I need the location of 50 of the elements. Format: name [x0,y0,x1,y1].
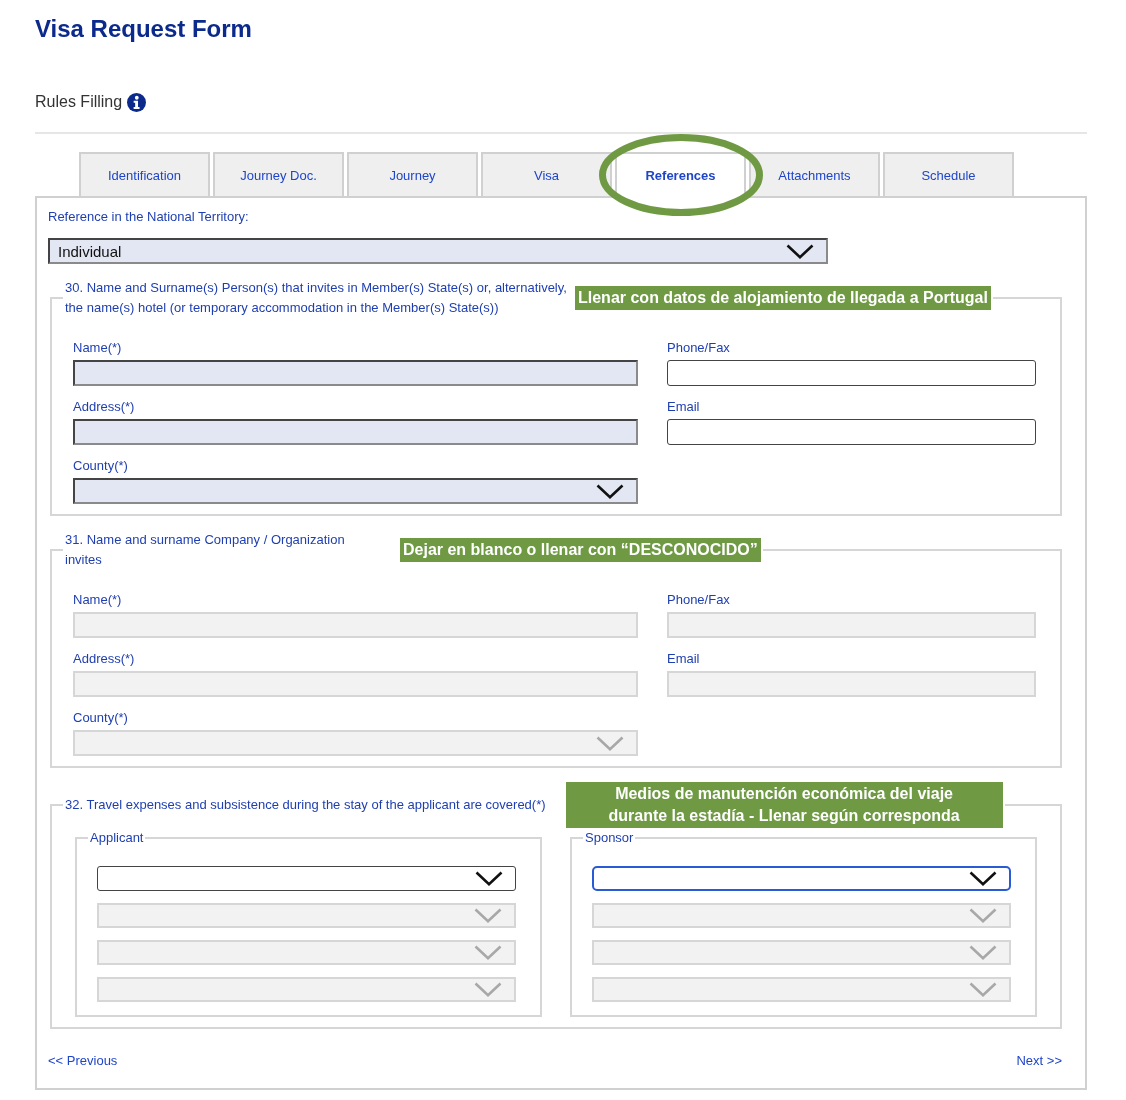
chevron-down-icon [969,871,997,886]
tab[interactable]: Journey [347,152,478,198]
chevron-down-icon [969,945,997,960]
page-title: Visa Request Form [35,14,253,44]
dropdown[interactable] [97,866,516,891]
chevron-down-icon [786,243,814,259]
chevron-down-icon [474,908,502,923]
tab[interactable]: Attachments [749,152,880,198]
text-field[interactable] [73,360,638,386]
dropdown[interactable]: Individual [48,238,828,264]
field-label: Address(*) [73,651,136,667]
text-field[interactable] [667,360,1036,386]
chevron-down-icon [475,871,503,886]
chevron-down-icon [969,908,997,923]
tab[interactable]: References [615,152,746,198]
chevron-down-icon [474,945,502,960]
dropdown[interactable] [73,478,638,504]
annotation-note: Medios de manutención económica del viaje durante la estadía - Llenar según corresponda [565,782,1003,828]
chevron-down-icon [969,982,997,997]
field-label: Name(*) [73,340,123,356]
field-label: Email [667,399,701,415]
annotation-note: Dejar en blanco o llenar con “DESCONOCIDO” [400,538,761,562]
section-legend: 30. Name and Surname(s) Person(s) that invites in Member(s) State(s) or, alternatively, the name(s) hotel (or temporary accommodation in the Member(s) State(s)) [65,278,570,318]
group-legend: Applicant [88,830,146,846]
field-label: County(*) [73,710,129,726]
field-label: Address(*) [73,399,136,415]
text-field[interactable] [667,419,1036,445]
text-field[interactable] [73,419,638,445]
info-icon[interactable] [127,92,147,112]
chevron-down-icon [474,982,502,997]
field-label: Phone/Fax [667,592,731,608]
annotation-note: Llenar con datos de alojamiento de llegada a Portugal [575,286,991,310]
previous-link[interactable]: << Previous [48,1053,118,1069]
section-legend: 31. Name and surname Company / Organization invites [65,530,385,570]
tab[interactable]: Visa [481,152,612,198]
tab[interactable]: Schedule [883,152,1014,198]
dropdown[interactable] [592,866,1011,891]
field-label: Phone/Fax [667,340,731,356]
section-legend: 32. Travel expenses and subsistence during the stay of the applicant are covered(*) [65,795,546,815]
next-link[interactable]: Next >> [1016,1053,1062,1069]
rules-label: Rules Filling [35,92,123,112]
field-label: Reference in the National Territory: [48,209,250,225]
field-label: Name(*) [73,592,123,608]
chevron-down-icon [596,483,624,499]
tab[interactable]: Journey Doc. [213,152,344,198]
tab[interactable]: Identification [79,152,210,198]
chevron-down-icon [596,735,624,751]
group-legend: Sponsor [583,830,636,846]
field-label: County(*) [73,458,129,474]
field-label: Email [667,651,701,667]
